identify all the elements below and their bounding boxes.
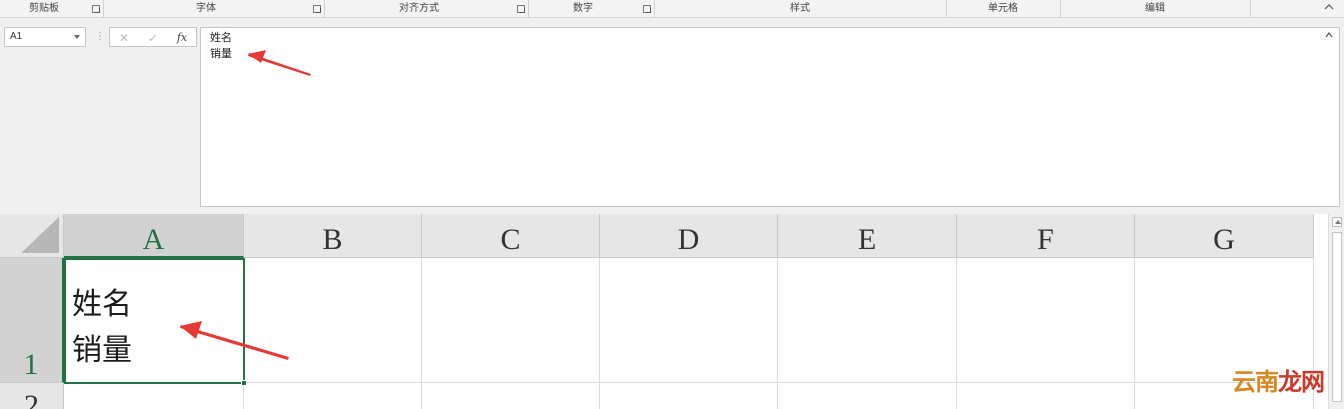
column-header-b[interactable]: B <box>244 214 422 258</box>
watermark-logo: 云南龙网 <box>1232 368 1325 396</box>
scroll-up-icon[interactable] <box>1332 217 1342 227</box>
ribbon-group-editing: 编辑 <box>1145 3 1165 14</box>
cancel-icon[interactable]: ✕ <box>115 30 133 46</box>
ribbon-group-clipboard: 剪贴板 <box>29 3 59 14</box>
dialog-launcher-icon[interactable] <box>313 5 321 13</box>
formula-buttons: ✕ ✓ fx <box>109 27 197 47</box>
dialog-launcher-icon[interactable] <box>92 5 100 13</box>
select-all-triangle <box>21 217 59 253</box>
ribbon-group-font: 字体 <box>196 3 216 14</box>
watermark-suffix: 龙网 <box>1278 368 1325 396</box>
enter-icon[interactable]: ✓ <box>144 30 162 46</box>
cell-d2[interactable] <box>600 383 778 409</box>
column-header-d[interactable]: D <box>600 214 778 258</box>
dropdown-caret-icon[interactable] <box>74 35 80 39</box>
formula-input[interactable]: 姓名 销量 <box>200 27 1340 207</box>
collapse-formula-bar-icon[interactable] <box>1325 31 1333 39</box>
column-header-f[interactable]: F <box>957 214 1135 258</box>
fill-handle[interactable] <box>241 380 247 386</box>
name-box-value: A1 <box>10 31 23 42</box>
column-header-a[interactable]: A <box>64 214 244 258</box>
cell-a1[interactable]: 姓名 销量 <box>64 258 247 386</box>
ribbon-separator <box>1250 0 1251 17</box>
cell-b2[interactable] <box>244 383 422 409</box>
name-box[interactable]: A1 <box>4 27 86 47</box>
cell-f2[interactable] <box>957 383 1135 409</box>
cell-a1-line-2: 销量 <box>72 333 132 368</box>
dialog-launcher-icon[interactable] <box>643 5 651 13</box>
cell-a2[interactable] <box>64 383 244 409</box>
function-icon[interactable]: fx <box>173 30 191 46</box>
row-number: 1 <box>23 348 39 381</box>
ribbon-group-labels: 剪贴板 字体 对齐方式 数字 样式 单元格 编辑 <box>0 0 1344 18</box>
row-number: 2 <box>24 389 39 409</box>
row-header-2[interactable]: 2 <box>0 383 64 409</box>
scrollbar-thumb[interactable] <box>1332 232 1342 402</box>
select-all-icon[interactable] <box>0 214 64 258</box>
cell-c1[interactable] <box>422 258 600 383</box>
cell-d1[interactable] <box>600 258 778 383</box>
cell-c2[interactable] <box>422 383 600 409</box>
cell-g1[interactable] <box>1135 258 1314 383</box>
worksheet-grid: A B C D E F G 1 2 姓名 销量 <box>0 214 1344 409</box>
dialog-launcher-icon[interactable] <box>517 5 525 13</box>
row-header-1[interactable]: 1 <box>0 258 64 383</box>
cell-f1[interactable] <box>957 258 1135 383</box>
cell-a1-line-1: 姓名 <box>72 287 132 322</box>
ribbon-group-cells: 单元格 <box>988 3 1018 14</box>
cell-e2[interactable] <box>778 383 957 409</box>
formula-bar-area: A1 ⋮ ✕ ✓ fx 姓名 销量 <box>0 18 1344 214</box>
collapse-ribbon-icon[interactable] <box>1324 2 1334 12</box>
cell-e1[interactable] <box>778 258 957 383</box>
watermark-prefix: 云南 <box>1232 368 1279 396</box>
ribbon-group-alignment: 对齐方式 <box>399 3 439 14</box>
column-header-e[interactable]: E <box>778 214 957 258</box>
column-header-g[interactable]: G <box>1135 214 1314 258</box>
ribbon-group-styles: 样式 <box>790 3 810 14</box>
ribbon-group-number: 数字 <box>573 3 593 14</box>
column-header-c[interactable]: C <box>422 214 600 258</box>
grip-dots-icon[interactable]: ⋮ <box>95 30 105 44</box>
cell-b1[interactable] <box>244 258 422 383</box>
vertical-scrollbar[interactable] <box>1328 214 1344 409</box>
formula-line: 姓名 <box>210 32 232 44</box>
formula-line: 销量 <box>210 48 232 60</box>
